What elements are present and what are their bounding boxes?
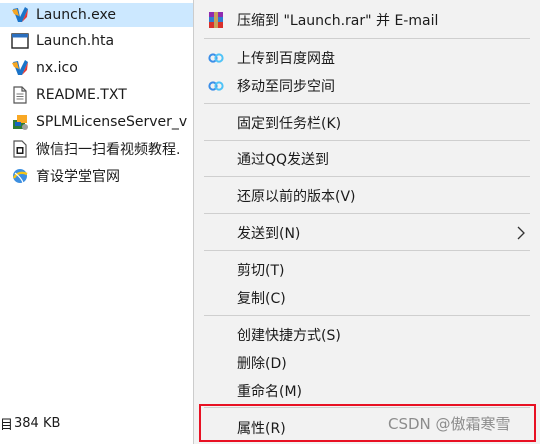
- menu-item-label: 固定到任务栏(K): [237, 116, 342, 132]
- menu-separator: [204, 407, 530, 408]
- menu-item-compress-email[interactable]: 压缩到 "Launch.rar" 并 E-mail: [194, 7, 540, 33]
- baidu-netdisk-icon: [206, 48, 226, 68]
- menu-separator: [204, 176, 530, 177]
- menu-item-copy[interactable]: 复制(C): [194, 285, 540, 311]
- chevron-right-icon: [516, 225, 526, 241]
- menu-item-label: 通过QQ发送到: [237, 152, 330, 168]
- menu-item-label: 属性(R): [237, 421, 286, 437]
- file-name: 育设学堂官网: [36, 169, 120, 185]
- menu-separator: [204, 103, 530, 104]
- file-name: nx.ico: [36, 60, 78, 76]
- file-name: SPLMLicenseServer_v: [36, 114, 188, 130]
- menu-item-label: 还原以前的版本(V): [237, 189, 356, 205]
- menu-separator: [204, 250, 530, 251]
- menu-item-delete[interactable]: 删除(D): [194, 350, 540, 376]
- status-bar-item-count: 目: [0, 417, 14, 433]
- menu-item-cut[interactable]: 剪切(T): [194, 257, 540, 283]
- file-name: README.TXT: [36, 87, 127, 103]
- file-item-launch-hta[interactable]: Launch.hta: [10, 29, 194, 53]
- file-item-launch-exe[interactable]: Launch.exe: [0, 3, 193, 27]
- context-menu: 压缩到 "Launch.rar" 并 E-mail 上传到百度网盘 移动至同步空…: [193, 0, 540, 444]
- application-window-icon: [10, 31, 30, 51]
- menu-item-send-to[interactable]: 发送到(N): [194, 220, 540, 246]
- menu-item-label: 剪切(T): [237, 263, 285, 279]
- menu-item-label: 创建快捷方式(S): [237, 328, 341, 344]
- menu-item-label: 移动至同步空间: [237, 79, 335, 95]
- menu-separator: [204, 140, 530, 141]
- internet-shortcut-icon: [10, 166, 30, 186]
- file-item-nx-ico[interactable]: nx.ico: [10, 56, 194, 80]
- menu-item-create-shortcut[interactable]: 创建快捷方式(S): [194, 322, 540, 348]
- baidu-sync-icon: [206, 76, 226, 96]
- status-bar: 目 384 KB: [0, 410, 60, 436]
- menu-item-label: 删除(D): [237, 356, 287, 372]
- menu-separator: [204, 213, 530, 214]
- menu-item-restore-version[interactable]: 还原以前的版本(V): [194, 183, 540, 209]
- menu-item-upload-baidu[interactable]: 上传到百度网盘: [194, 45, 540, 71]
- file-item-website[interactable]: 育设学堂官网: [10, 164, 194, 188]
- nx-logo-icon: [10, 58, 30, 78]
- file-name: Launch.hta: [36, 33, 115, 49]
- nx-logo-icon: [10, 5, 30, 25]
- file-item-readme[interactable]: README.TXT: [10, 83, 194, 107]
- image-file-icon: [10, 139, 30, 159]
- menu-item-send-qq[interactable]: 通过QQ发送到: [194, 146, 540, 172]
- menu-item-move-sync[interactable]: 移动至同步空间: [194, 73, 540, 99]
- winrar-archive-icon: [206, 10, 226, 30]
- file-name: Launch.exe: [36, 7, 116, 23]
- file-name: 微信扫一扫看视频教程.: [36, 142, 181, 158]
- menu-item-pin-taskbar[interactable]: 固定到任务栏(K): [194, 110, 540, 136]
- menu-separator: [204, 38, 530, 39]
- menu-item-rename[interactable]: 重命名(M): [194, 378, 540, 404]
- file-item-wechat-video[interactable]: 微信扫一扫看视频教程.: [10, 137, 194, 161]
- text-document-icon: [10, 85, 30, 105]
- menu-item-label: 发送到(N): [237, 226, 301, 242]
- menu-item-label: 复制(C): [237, 291, 286, 307]
- menu-item-label: 重命名(M): [237, 384, 303, 400]
- menu-item-label: 压缩到 "Launch.rar" 并 E-mail: [237, 13, 439, 29]
- file-list: Launch.exe Launch.hta nx.ico README.TXT …: [0, 0, 200, 444]
- menu-separator: [204, 315, 530, 316]
- csdn-watermark: CSDN @傲霜寒雪: [388, 415, 511, 433]
- file-item-splm[interactable]: SPLMLicenseServer_v: [10, 110, 194, 134]
- installer-package-icon: [10, 112, 30, 132]
- menu-item-label: 上传到百度网盘: [237, 51, 335, 67]
- status-bar-size: 384 KB: [14, 415, 61, 431]
